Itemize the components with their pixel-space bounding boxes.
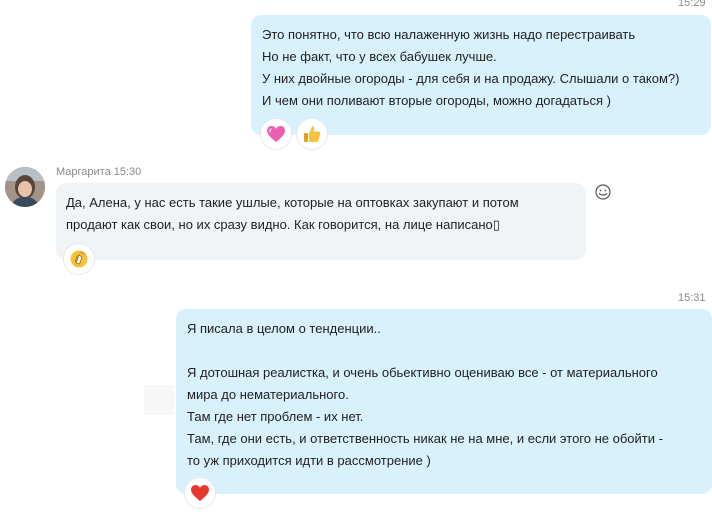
message-line: Я дотошная реалистка, и очень обьективно… [187, 365, 658, 380]
message-line: Но не факт, что у всех бабушек лучше. [262, 49, 497, 64]
message-line: Там где нет проблем - их нет. [187, 409, 364, 424]
message-line: Это понятно, что всю налаженную жизнь на… [262, 27, 636, 42]
clapping-icon[interactable] [64, 244, 94, 274]
add-reaction-icon[interactable] [594, 183, 612, 201]
hover-placeholder [144, 385, 174, 415]
message-line: У них двойные огороды - для себя и на пр… [262, 71, 680, 86]
message-line: то уж приходится идти в рассмотрение ) [187, 453, 431, 468]
message-line: И чем они поливают вторые огороды, можно… [262, 93, 611, 108]
message-line: продают как свои, но их сразу видно. Как… [66, 217, 500, 232]
message-line: Там, где они есть, и ответственность ник… [187, 431, 663, 446]
avatar[interactable] [5, 167, 45, 207]
incoming-message-bubble[interactable]: Да, Алена, у нас есть такие ушлые, котор… [56, 183, 586, 260]
heart-red-icon[interactable] [185, 478, 215, 508]
chat-view: 15:29 Это понятно, что всю налаженную жи… [0, 0, 712, 527]
message-timestamp: 15:31 [678, 292, 706, 304]
outgoing-message-bubble[interactable]: Я писала в целом о тенденции.. Я дотошна… [176, 309, 712, 494]
thumbs-up-icon[interactable] [297, 119, 327, 149]
message-line: Я писала в целом о тенденции.. [187, 321, 381, 336]
sender-name: Маргарита 15:30 [56, 166, 142, 178]
heart-pink-icon[interactable] [261, 119, 291, 149]
message-line: мира до нематериального. [187, 387, 349, 402]
outgoing-message-bubble[interactable]: Это понятно, что всю налаженную жизнь на… [251, 15, 711, 135]
message-line: Да, Алена, у нас есть такие ушлые, котор… [66, 195, 519, 210]
message-line-blank [187, 340, 712, 362]
message-timestamp: 15:29 [678, 0, 706, 9]
